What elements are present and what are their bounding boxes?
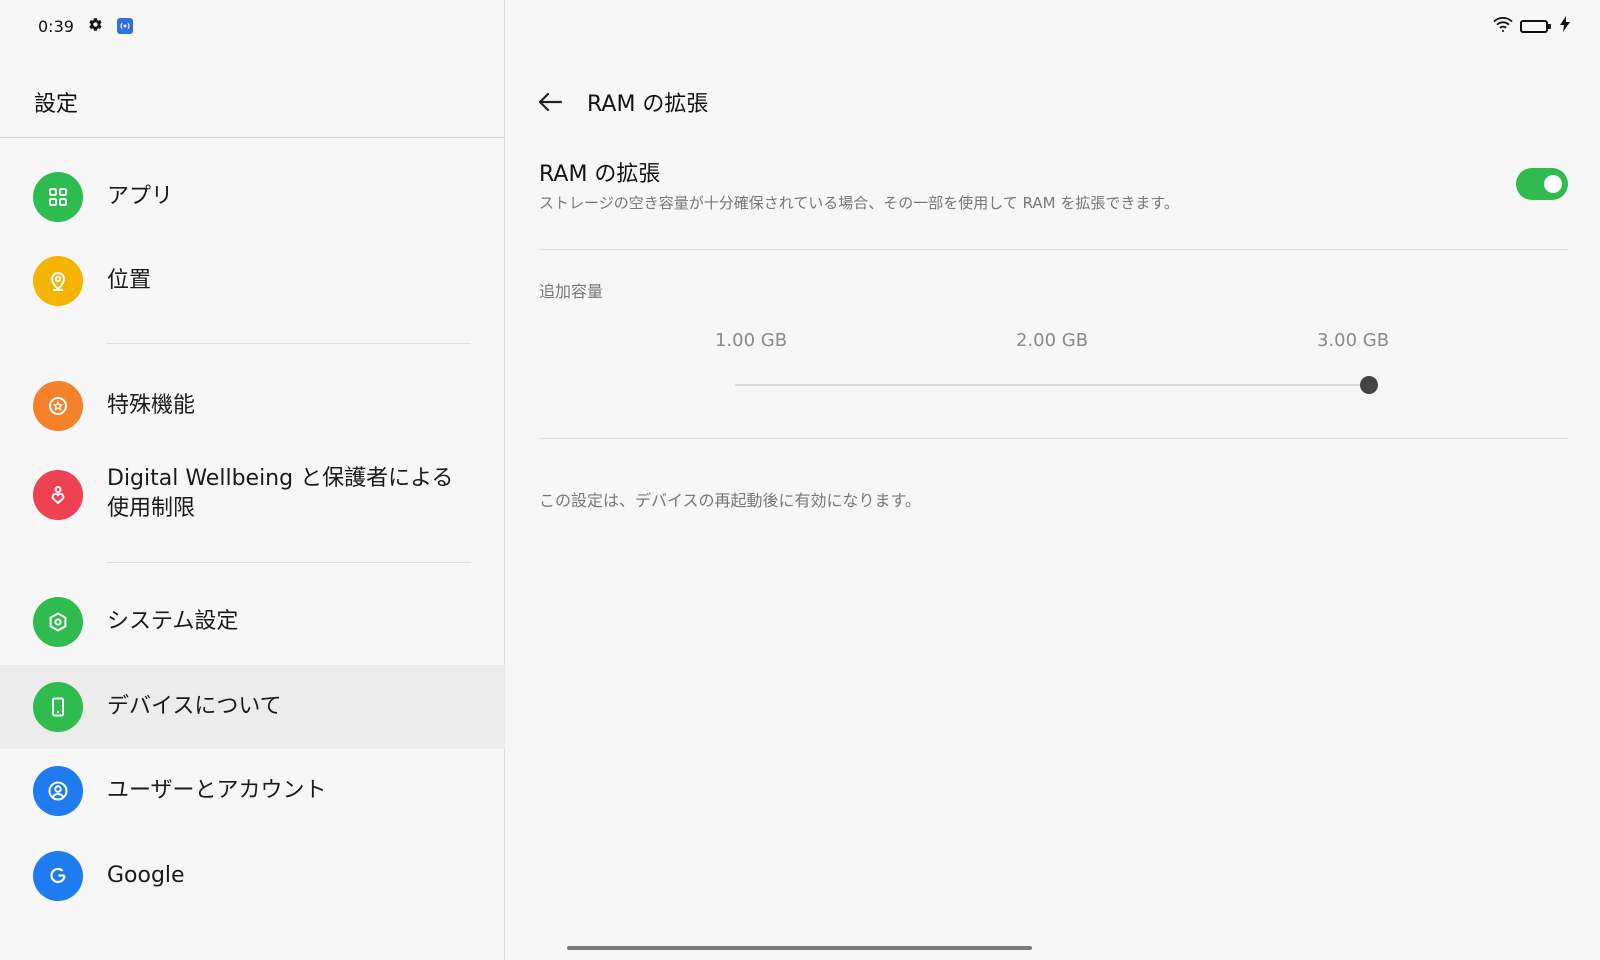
charging-icon [1560, 16, 1570, 36]
capacity-slider-thumb[interactable] [1360, 376, 1378, 394]
back-arrow-icon[interactable] [534, 86, 566, 118]
sidebar-item-label: デバイスについて [107, 694, 282, 719]
google-g-icon [33, 851, 83, 901]
toggle-knob [1544, 175, 1562, 193]
wifi-icon [1492, 15, 1514, 37]
apps-grid-icon [33, 172, 83, 222]
sidebar-item-about-device[interactable]: デバイスについて [0, 665, 505, 749]
capacity-section-label: 追加容量 [539, 282, 604, 301]
status-time: 0:39 [38, 16, 74, 36]
gear-icon [88, 17, 103, 35]
section-divider [539, 249, 1568, 250]
location-pin-icon [33, 256, 83, 306]
status-bar-left: 0:39 [38, 14, 133, 38]
capacity-option-3gb[interactable]: 3.00 GB [1317, 330, 1389, 351]
sidebar-item-label: 特殊機能 [107, 393, 196, 418]
battery-icon [1520, 19, 1551, 33]
capacity-option-1gb[interactable]: 1.00 GB [715, 330, 787, 351]
phone-icon [33, 682, 83, 732]
heart-person-icon [33, 470, 83, 520]
sidebar-item-label: Digital Wellbeing と保護者による使用制限 [107, 466, 454, 521]
sidebar-item-system-settings[interactable]: システム設定 [0, 580, 505, 664]
sidebar-item-label: ユーザーとアカウント [107, 778, 327, 803]
capacity-option-2gb[interactable]: 2.00 GB [1016, 330, 1088, 351]
capacity-slider-track[interactable] [735, 384, 1370, 386]
sidebar-item-label: 位置 [107, 268, 152, 293]
star-circle-icon [33, 381, 83, 431]
sidebar-item-label: Google [107, 863, 185, 888]
sidebar-item-apps[interactable]: アプリ [0, 155, 505, 239]
sidebar-item-special-features[interactable]: 特殊機能 [0, 364, 505, 448]
sidebar-item-location[interactable]: 位置 [0, 239, 505, 323]
sidebar-title: 設定 [34, 92, 79, 117]
sidebar-item-google[interactable]: Google [0, 834, 505, 918]
sidebar-separator [107, 343, 471, 344]
settings-sidebar: 0:39 設定 アプリ 位置 特殊機能 Digital Wellbeing と保… [0, 0, 505, 960]
ram-expansion-toggle[interactable] [1516, 168, 1568, 200]
sidebar-item-label: システム設定 [107, 609, 239, 634]
user-circle-icon [33, 766, 83, 816]
sidebar-divider [0, 137, 505, 138]
status-bar-right [1492, 14, 1570, 38]
gesture-home-bar[interactable] [567, 946, 1032, 950]
sidebar-item-users-accounts[interactable]: ユーザーとアカウント [0, 749, 505, 833]
restart-note: この設定は、デバイスの再起動後に有効になります。 [539, 491, 921, 510]
sidebar-item-digital-wellbeing[interactable]: Digital Wellbeing と保護者による使用制限 [0, 448, 505, 556]
hexagon-gear-icon [33, 597, 83, 647]
section-divider [539, 438, 1568, 439]
ram-expansion-title: RAM の拡張 [539, 162, 661, 187]
cast-icon [116, 18, 133, 34]
sidebar-item-label: アプリ [107, 184, 174, 209]
ram-expansion-description: ストレージの空き容量が十分確保されている場合、その一部を使用して RAM を拡張… [539, 194, 1179, 212]
page-title: RAM の拡張 [587, 92, 709, 117]
sidebar-separator [107, 562, 471, 563]
